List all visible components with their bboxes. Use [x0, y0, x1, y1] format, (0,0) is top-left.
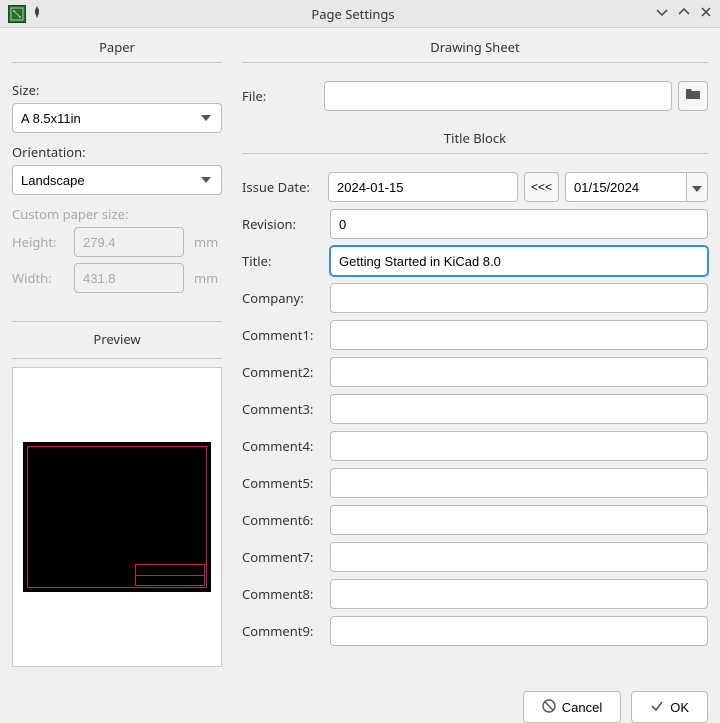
height-input: [74, 227, 184, 257]
width-input: [74, 263, 184, 293]
preview-box: [12, 367, 222, 667]
pin-icon[interactable]: [32, 5, 42, 22]
cancel-icon: [542, 699, 556, 716]
file-input[interactable]: [324, 81, 672, 111]
comment1-input[interactable]: [330, 320, 708, 350]
comment6-input[interactable]: [330, 505, 708, 535]
comment8-input[interactable]: [330, 579, 708, 609]
paper-header: Paper: [12, 38, 222, 63]
cancel-label: Cancel: [562, 700, 602, 715]
comment5-input[interactable]: [330, 468, 708, 498]
comment9-input[interactable]: [330, 616, 708, 646]
window-title: Page Settings: [50, 5, 656, 23]
maximize-icon[interactable]: [678, 6, 690, 21]
height-label: Height:: [12, 233, 64, 251]
date-picker-dropdown[interactable]: [686, 172, 708, 202]
ok-button[interactable]: OK: [631, 691, 708, 723]
comment4-label: Comment4:: [242, 437, 322, 455]
date-copy-button[interactable]: <<<: [524, 172, 559, 202]
app-icon: [8, 5, 26, 23]
company-label: Company:: [242, 289, 322, 307]
chevron-down-icon: [692, 178, 702, 196]
comment7-input[interactable]: [330, 542, 708, 572]
file-label: File:: [242, 87, 318, 105]
comment2-input[interactable]: [330, 357, 708, 387]
size-label: Size:: [12, 81, 222, 99]
comment1-label: Comment1:: [242, 326, 322, 344]
comment7-label: Comment7:: [242, 548, 322, 566]
orientation-select[interactable]: Landscape: [12, 165, 222, 195]
browse-button[interactable]: [678, 81, 708, 111]
date-picker-input[interactable]: [565, 172, 686, 202]
check-icon: [650, 699, 664, 716]
minimize-icon[interactable]: [656, 6, 668, 21]
preview-page: [23, 442, 211, 592]
revision-label: Revision:: [242, 215, 322, 233]
comment8-label: Comment8:: [242, 585, 322, 603]
title-label: Title:: [242, 252, 322, 270]
comment6-label: Comment6:: [242, 511, 322, 529]
comment3-input[interactable]: [330, 394, 708, 424]
revision-input[interactable]: [330, 209, 708, 239]
title-block-header: Title Block: [242, 129, 708, 154]
divider: [12, 358, 222, 359]
divider: [12, 321, 222, 322]
comment2-label: Comment2:: [242, 363, 322, 381]
width-unit: mm: [194, 269, 222, 287]
title-input[interactable]: [330, 246, 708, 276]
cancel-button[interactable]: Cancel: [523, 691, 621, 723]
comment3-label: Comment3:: [242, 400, 322, 418]
company-input[interactable]: [330, 283, 708, 313]
ok-label: OK: [670, 700, 689, 715]
comment9-label: Comment9:: [242, 622, 322, 640]
folder-icon: [685, 87, 701, 105]
preview-header: Preview: [12, 330, 222, 354]
width-label: Width:: [12, 269, 64, 287]
comment4-input[interactable]: [330, 431, 708, 461]
issue-date-input[interactable]: [328, 172, 518, 202]
titlebar: Page Settings: [0, 0, 720, 28]
drawing-sheet-header: Drawing Sheet: [242, 38, 708, 63]
issue-date-label: Issue Date:: [242, 178, 322, 196]
size-select[interactable]: A 8.5x11in: [12, 103, 222, 133]
custom-size-label: Custom paper size:: [12, 205, 222, 223]
height-unit: mm: [194, 233, 222, 251]
close-icon[interactable]: [700, 6, 712, 21]
orientation-label: Orientation:: [12, 143, 222, 161]
comment5-label: Comment5:: [242, 474, 322, 492]
